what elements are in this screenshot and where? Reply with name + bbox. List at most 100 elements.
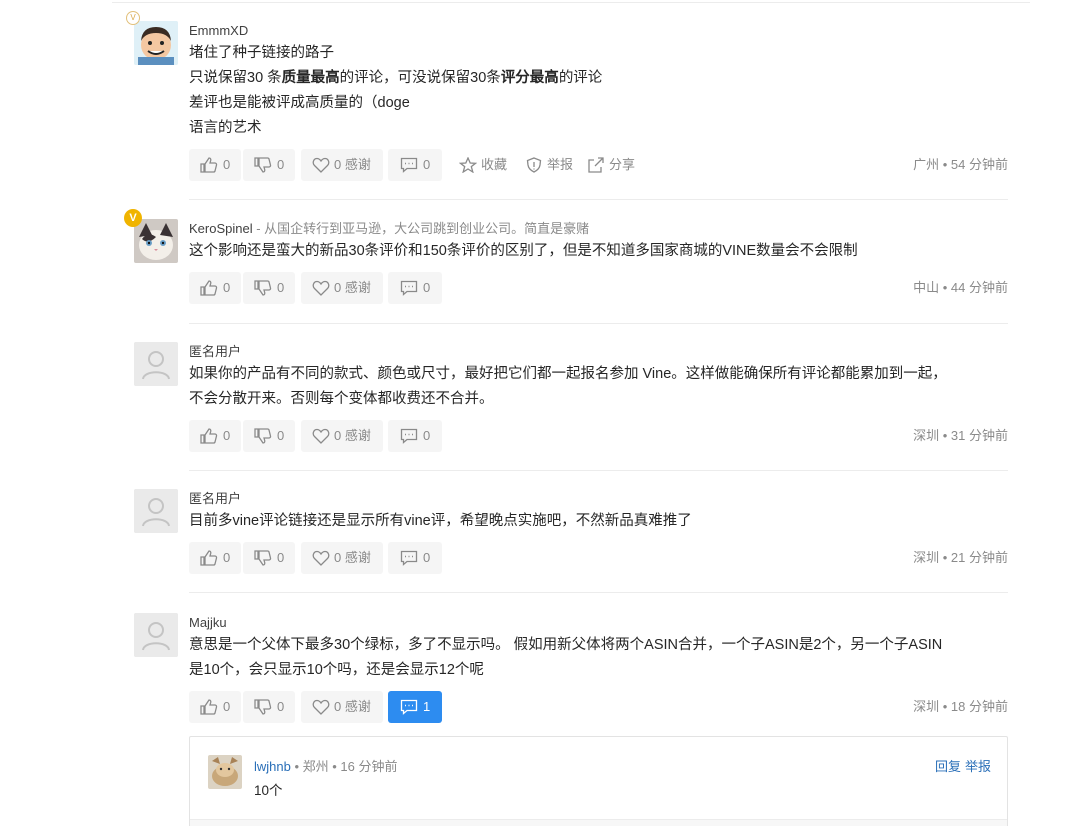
avatar[interactable] xyxy=(134,21,178,65)
heart-icon xyxy=(312,428,330,444)
comment-text: 意思是一个父体下最多30个绿标，多了不显示吗。 假如用新父体将两个ASIN合并，… xyxy=(189,633,1008,683)
divider xyxy=(189,199,1008,200)
reply-count-button[interactable]: 0 xyxy=(388,272,442,304)
reply-count: 0 xyxy=(423,428,431,443)
divider xyxy=(189,323,1008,324)
dislike-button[interactable]: 0 xyxy=(243,542,295,574)
like-button[interactable]: 0 xyxy=(189,149,241,181)
like-count: 0 xyxy=(223,550,231,565)
comment-item: V EmmmXD 堵住了种子链接的路子 只说保留30 条质量最高的评论，可没说保… xyxy=(126,11,1008,181)
comment-author-line: Majjku xyxy=(189,613,1008,633)
heart-icon xyxy=(312,699,330,715)
text-run: 如果你的产品有不同的款式、颜色或尺寸，最好把它们都一起报名参加 Vine。这样做… xyxy=(189,366,947,382)
thumbs-up-icon xyxy=(200,157,218,173)
comment-text: 如果你的产品有不同的款式、颜色或尺寸，最好把它们都一起报名参加 Vine。这样做… xyxy=(189,362,1008,412)
divider xyxy=(112,2,1030,3)
comment-line: 语言的艺术 xyxy=(189,116,1008,141)
thumbs-down-icon xyxy=(254,157,272,173)
verified-badge-icon: V xyxy=(126,11,140,25)
reply-count: 0 xyxy=(423,550,431,565)
reply-count-button[interactable]: 0 xyxy=(388,420,442,452)
dislike-button[interactable]: 0 xyxy=(243,420,295,452)
reply-count-button[interactable]: 0 xyxy=(388,149,442,181)
comment-actions: 0 0 0 感谢 1 深圳 • 18 分钟前 xyxy=(189,691,1008,723)
text-run: 目前多vine评论链接还是显示所有vine评，希望晚点实施吧，不然新品真难推了 xyxy=(189,513,692,529)
comment-list: V EmmmXD 堵住了种子链接的路子 只说保留30 条质量最高的评论，可没说保… xyxy=(0,0,1080,826)
thumbs-down-icon xyxy=(254,550,272,566)
comment-item: 匿名用户 目前多vine评论链接还是显示所有vine评，希望晚点实施吧，不然新品… xyxy=(134,489,1008,574)
report-button[interactable]: 举报 xyxy=(525,149,575,181)
favorite-label: 收藏 xyxy=(481,157,508,172)
reply-author-line: lwjhnb • 郑州 • 16 分钟前 xyxy=(254,757,397,777)
report-link[interactable]: 举报 xyxy=(965,759,991,774)
thanks-button[interactable]: 0 感谢 xyxy=(301,272,383,304)
comment-author[interactable]: EmmmXD xyxy=(189,23,248,38)
comment-meta: 中山 • 44 分钟前 xyxy=(913,280,1008,295)
comment-actions: 0 0 0 感谢 0 中山 • 44 分钟前 xyxy=(189,272,1008,304)
comment-line: 不会分散开来。否则每个变体都收费还不合并。 xyxy=(189,387,1008,412)
thanks-button[interactable]: 0 感谢 xyxy=(301,542,383,574)
comment-line: 差评也是能被评成高质量的（doge xyxy=(189,91,1008,116)
like-button[interactable]: 0 xyxy=(189,272,241,304)
dislike-count: 0 xyxy=(277,280,285,295)
comment-author[interactable]: Majjku xyxy=(189,615,227,630)
thanks-button[interactable]: 0 感谢 xyxy=(301,691,383,723)
comment-meta: 深圳 • 18 分钟前 xyxy=(913,699,1008,714)
thanks-count: 0 感谢 xyxy=(334,550,371,565)
reply-count-button-active[interactable]: 1 xyxy=(388,691,442,723)
comment-author-line: EmmmXD xyxy=(189,21,1008,41)
thanks-button[interactable]: 0 感谢 xyxy=(301,420,383,452)
thumbs-down-icon xyxy=(254,428,272,444)
thumbs-down-icon xyxy=(254,699,272,715)
dislike-button[interactable]: 0 xyxy=(243,149,295,181)
heart-icon xyxy=(312,550,330,566)
reply-actions: 回复 举报 xyxy=(931,757,991,777)
favorite-button[interactable]: 收藏 xyxy=(459,149,511,181)
text-run: 只说保留30 条 xyxy=(189,70,282,86)
comment-item: Majjku 意思是一个父体下最多30个绿标，多了不显示吗。 假如用新父体将两个… xyxy=(134,613,1008,723)
comment-line: 只说保留30 条质量最高的评论，可没说保留30条评分最高的评论 xyxy=(189,66,1008,91)
avatar[interactable] xyxy=(134,219,178,263)
text-run: 这个影响还是蛮大的新品30条评价和150条评价的区别了，但是不知道多国家商城的V… xyxy=(189,243,858,259)
thanks-count: 0 感谢 xyxy=(334,699,371,714)
avatar[interactable] xyxy=(134,613,178,657)
comment-meta: 深圳 • 31 分钟前 xyxy=(913,428,1008,443)
comment-meta: 深圳 • 21 分钟前 xyxy=(913,550,1008,565)
divider xyxy=(189,470,1008,471)
reply-link[interactable]: 回复 xyxy=(935,759,961,774)
thumbs-up-icon xyxy=(200,550,218,566)
like-button[interactable]: 0 xyxy=(189,691,241,723)
thumbs-down-icon xyxy=(254,280,272,296)
reply-count: 0 xyxy=(423,280,431,295)
reply-meta: • 郑州 • 16 分钟前 xyxy=(290,759,398,774)
shield-icon xyxy=(526,157,542,173)
comment-author[interactable]: KeroSpinel xyxy=(189,221,253,236)
thumbs-up-icon xyxy=(200,699,218,715)
comment-text: 堵住了种子链接的路子 只说保留30 条质量最高的评论，可没说保留30条评分最高的… xyxy=(189,41,1008,141)
comment-actions: 0 0 0 感谢 0 收藏 举报 分享 广州 • 54 分钟前 xyxy=(189,149,1008,181)
dislike-button[interactable]: 0 xyxy=(243,272,295,304)
like-button[interactable]: 0 xyxy=(189,420,241,452)
avatar[interactable] xyxy=(134,342,178,386)
comment-line: 这个影响还是蛮大的新品30条评价和150条评价的区别了，但是不知道多国家商城的V… xyxy=(189,239,1008,264)
heart-icon xyxy=(312,157,330,173)
text-run: 意思是一个父体下最多30个绿标，多了不显示吗。 假如用新父体将两个ASIN合并，… xyxy=(189,637,943,653)
reply-count: 1 xyxy=(423,699,431,714)
thanks-button[interactable]: 0 感谢 xyxy=(301,149,383,181)
text-run: 不会分散开来。否则每个变体都收费还不合并。 xyxy=(189,391,494,407)
dislike-button[interactable]: 0 xyxy=(243,691,295,723)
avatar[interactable] xyxy=(208,755,242,789)
share-button[interactable]: 分享 xyxy=(587,149,639,181)
reply-count: 0 xyxy=(423,157,431,172)
dislike-count: 0 xyxy=(277,157,285,172)
heart-icon xyxy=(312,280,330,296)
text-run: 是10个，会只显示10个吗，还是会显示12个呢 xyxy=(189,662,484,678)
like-button[interactable]: 0 xyxy=(189,542,241,574)
comment-icon xyxy=(400,157,418,173)
avatar[interactable] xyxy=(134,489,178,533)
reply-count-button[interactable]: 0 xyxy=(388,542,442,574)
bold-text: 质量最高 xyxy=(281,70,340,86)
reply-author[interactable]: lwjhnb xyxy=(254,759,291,774)
text-run: 的评论，可没说保留30条 xyxy=(339,70,501,86)
comment-line: 堵住了种子链接的路子 xyxy=(189,41,1008,66)
